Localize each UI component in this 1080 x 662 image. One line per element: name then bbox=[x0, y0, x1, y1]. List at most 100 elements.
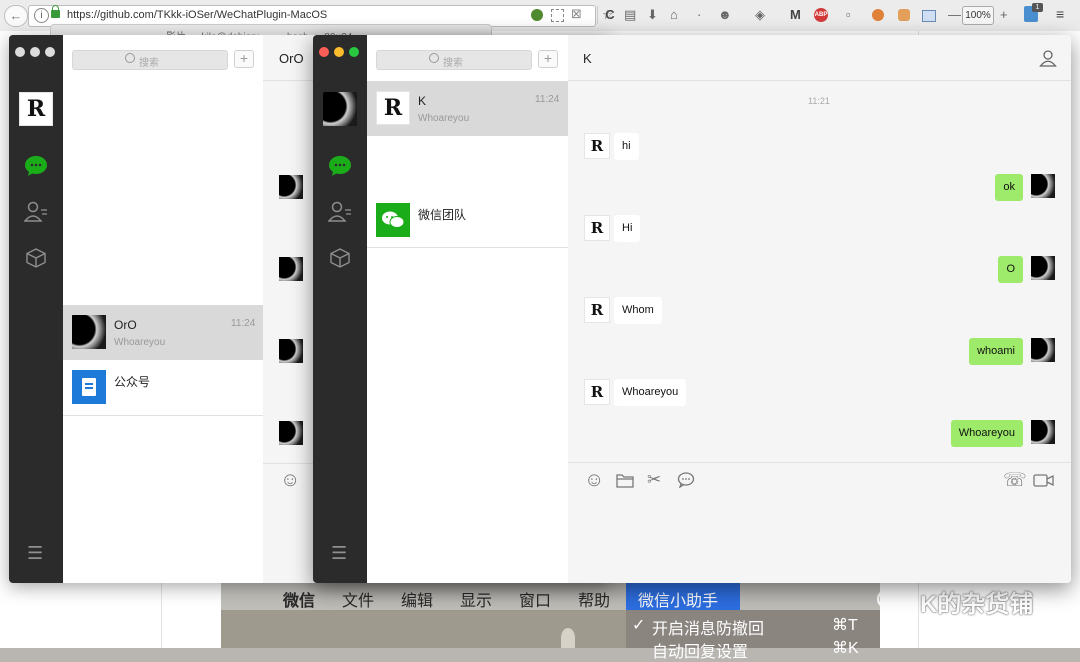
close-button[interactable] bbox=[319, 47, 329, 57]
list-item[interactable]: OrO Whoareyou 11:24 bbox=[63, 305, 263, 360]
contact-name: OrO bbox=[114, 318, 137, 332]
user-avatar[interactable] bbox=[323, 92, 357, 126]
watermark-text: K的杂货铺 bbox=[920, 591, 1034, 618]
screenshot-extension-icon[interactable] bbox=[922, 10, 936, 22]
message-bubble-incoming[interactable]: Hi bbox=[614, 215, 641, 242]
url-text[interactable]: https://github.com/TKkk-iOSer/WeChatPlug… bbox=[67, 9, 327, 21]
video-call-icon[interactable] bbox=[1033, 474, 1054, 487]
message-avatar bbox=[1031, 256, 1055, 280]
message-avatar bbox=[1031, 338, 1055, 362]
contact-last-message: Whoareyou bbox=[114, 337, 166, 348]
scissors-icon[interactable]: ✂ bbox=[647, 470, 661, 490]
message-bubble-outgoing[interactable]: ok bbox=[995, 174, 1023, 201]
message-bubble-incoming[interactable]: hi bbox=[614, 133, 639, 160]
m-extension-icon[interactable]: M bbox=[790, 6, 801, 24]
add-button[interactable]: + bbox=[538, 50, 558, 68]
zoom-level[interactable]: 100% bbox=[962, 6, 994, 25]
profile-icon[interactable] bbox=[1039, 49, 1057, 67]
shortcut-label: ⌘K bbox=[832, 640, 859, 657]
chat-list: 搜索 + OrO Whoareyou 11:24 公众号 bbox=[63, 35, 263, 583]
message-avatar: R bbox=[584, 297, 610, 323]
orange-extension-icon[interactable] bbox=[872, 9, 884, 21]
site-info-icon[interactable]: i bbox=[34, 8, 49, 23]
fox-extension-icon[interactable] bbox=[898, 9, 910, 21]
menu-button[interactable]: ≡ bbox=[1056, 6, 1064, 22]
menu-window[interactable]: 窗口 bbox=[519, 587, 551, 611]
phone-icon[interactable]: ☏ bbox=[1003, 469, 1027, 492]
list-item[interactable]: R K Whoareyou 11:24 bbox=[367, 81, 568, 136]
emoji-icon[interactable]: ☺ bbox=[584, 469, 604, 492]
menu-view[interactable]: 显示 bbox=[460, 587, 492, 611]
abp-extension-icon[interactable]: ABP bbox=[814, 8, 828, 22]
add-button[interactable]: + bbox=[234, 50, 254, 68]
wechat-logo-icon bbox=[876, 587, 915, 615]
message-bubble-incoming[interactable]: Whom bbox=[614, 297, 662, 324]
menu-help[interactable]: 帮助 bbox=[578, 587, 610, 611]
download-icon[interactable]: ⬇ bbox=[647, 6, 658, 24]
message-avatar bbox=[279, 421, 303, 445]
window-control-dot[interactable] bbox=[30, 47, 40, 57]
message-bubble-outgoing[interactable]: Whoareyou bbox=[950, 420, 1023, 447]
settings-menu-icon[interactable]: ☰ bbox=[331, 543, 347, 564]
contact-time: 11:24 bbox=[231, 318, 256, 329]
zoom-out-button[interactable]: — bbox=[948, 6, 961, 24]
chat-title: K bbox=[583, 51, 592, 66]
search-placeholder: 搜索 bbox=[139, 58, 159, 69]
favorites-cube-icon[interactable] bbox=[25, 247, 47, 269]
extension-badge-icon[interactable] bbox=[531, 9, 543, 21]
dot-icon[interactable]: · bbox=[697, 6, 701, 24]
contact-time: 11:24 bbox=[535, 94, 560, 105]
contact-last-message: Whoareyou bbox=[418, 113, 470, 124]
blurred-shape bbox=[561, 628, 575, 648]
menu-file[interactable]: 文件 bbox=[342, 587, 374, 611]
home-icon[interactable]: ⌂ bbox=[670, 6, 678, 24]
menu-item-anti-recall[interactable]: 开启消息防撤回 bbox=[652, 615, 764, 639]
window-control-dot[interactable] bbox=[45, 47, 55, 57]
menu-edit[interactable]: 编辑 bbox=[401, 587, 433, 611]
qr-code-icon[interactable] bbox=[551, 9, 564, 22]
folder-icon[interactable] bbox=[616, 473, 634, 488]
contacts-icon[interactable] bbox=[24, 201, 48, 223]
settings-menu-icon[interactable]: ☰ bbox=[27, 543, 43, 564]
box-extension-icon[interactable]: ▫ bbox=[846, 6, 851, 24]
menu-item-auto-reply[interactable]: 自动回复设置 bbox=[652, 638, 748, 662]
window-control-dot[interactable] bbox=[15, 47, 25, 57]
blurred-desktop bbox=[221, 610, 626, 648]
chat-list: 搜索 + R K Whoareyou 11:24 微信团队 bbox=[367, 35, 569, 583]
zoom-in-button[interactable]: + bbox=[1000, 6, 1008, 24]
message-avatar bbox=[279, 175, 303, 199]
emoji-icon[interactable]: ☺ bbox=[280, 469, 300, 492]
search-input[interactable]: 搜索 bbox=[72, 50, 228, 70]
chats-icon[interactable] bbox=[24, 155, 48, 177]
list-item[interactable]: 公众号 bbox=[63, 360, 263, 415]
user-avatar[interactable]: R bbox=[19, 92, 53, 126]
mask-extension-icon[interactable]: ☻ bbox=[718, 6, 732, 24]
wechat-window-front: ☰ 搜索 + R K Whoareyou 11:24 微信团队 K 11:21 … bbox=[313, 35, 1071, 583]
clear-icon[interactable]: ⊠ bbox=[571, 6, 582, 22]
contacts-icon[interactable] bbox=[328, 201, 352, 223]
back-button[interactable]: ← bbox=[4, 5, 28, 27]
menu-wechat-assistant[interactable]: 微信小助手 bbox=[626, 583, 740, 610]
search-icon bbox=[125, 53, 135, 63]
minimize-button[interactable] bbox=[334, 47, 344, 57]
search-input[interactable]: 搜索 bbox=[376, 50, 532, 70]
message-bubble-outgoing[interactable]: whoami bbox=[969, 338, 1023, 365]
message-bubble-incoming[interactable]: Whoareyou bbox=[614, 379, 687, 406]
official-accounts-icon bbox=[72, 370, 106, 404]
search-placeholder: 搜索 bbox=[443, 58, 463, 69]
reading-list-icon[interactable]: ▤ bbox=[624, 6, 636, 24]
bookmark-star-icon[interactable]: ☆ bbox=[602, 6, 614, 24]
mac-menubar: 微信 文件 编辑 显示 窗口 帮助 bbox=[221, 583, 880, 610]
maximize-button[interactable] bbox=[349, 47, 359, 57]
divider bbox=[568, 80, 1071, 81]
message-bubble-outgoing[interactable]: O bbox=[998, 256, 1023, 283]
chat-bubble-icon[interactable] bbox=[677, 472, 695, 488]
shield-extension-icon[interactable]: ◈ bbox=[755, 6, 765, 24]
menu-wechat[interactable]: 微信 bbox=[283, 587, 315, 611]
contact-avatar bbox=[72, 315, 106, 349]
chats-icon[interactable] bbox=[328, 155, 352, 177]
list-item[interactable]: 微信团队 bbox=[367, 193, 568, 248]
favorites-cube-icon[interactable] bbox=[329, 247, 351, 269]
divider bbox=[568, 462, 1071, 463]
message-avatar: R bbox=[584, 133, 610, 159]
